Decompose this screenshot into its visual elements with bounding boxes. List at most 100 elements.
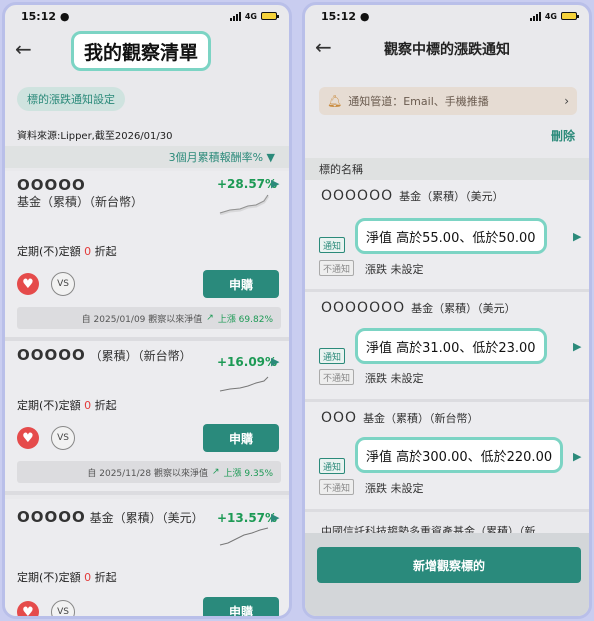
status-bar: 15:12 ● 4G bbox=[305, 5, 589, 27]
notify-on-toggle[interactable]: 通知 bbox=[319, 348, 346, 364]
chevron-right-icon[interactable]: ▶ bbox=[271, 355, 279, 368]
battery-icon bbox=[261, 12, 279, 20]
battery-icon bbox=[561, 12, 579, 20]
fund-name: OOO 基金（累積）（新台幣） bbox=[321, 410, 479, 426]
heart-icon[interactable]: ♥ bbox=[17, 427, 39, 449]
rule-suffix: 折起 bbox=[91, 245, 117, 258]
page-title: 觀察中標的漲跌通知 bbox=[384, 42, 510, 58]
sparkline-chart bbox=[219, 194, 270, 215]
status-bar: 15:12 ● 4G bbox=[5, 5, 289, 27]
heart-icon[interactable]: ♥ bbox=[17, 273, 39, 295]
compare-vs-icon[interactable]: VS bbox=[51, 272, 75, 296]
change-condition: 漲跌 未設定 bbox=[365, 482, 424, 495]
since-observed: 自 2025/11/28 觀察以來淨值 ↗ 上漲 9.35% bbox=[17, 461, 281, 483]
sparkline-chart bbox=[219, 527, 269, 546]
sparkline-chart bbox=[219, 376, 269, 392]
rule-prefix: 定期(不)定額 bbox=[17, 245, 85, 258]
price-condition: 淨值 高於300.00、低於220.00 bbox=[355, 437, 564, 473]
fund-name-mask: OOOOO bbox=[17, 346, 86, 364]
notify-channel-text: 通知管道：Email、手機推播 bbox=[348, 95, 489, 108]
add-watch-button[interactable]: 新增觀察標的 bbox=[317, 547, 581, 583]
rule-text: 定期(不)定額 0 折起 bbox=[17, 569, 117, 585]
change-condition: 漲跌 未設定 bbox=[365, 372, 424, 385]
notify-on-toggle[interactable]: 通知 bbox=[319, 458, 346, 474]
price-condition: 淨值 高於31.00、低於23.00 bbox=[355, 328, 547, 364]
alert-item[interactable]: OOO 基金（累積）（新台幣） 通知 淨值 高於300.00、低於220.00 不… bbox=[305, 402, 589, 512]
fund-name-mask: OOOOOOO bbox=[321, 300, 406, 316]
chevron-right-icon[interactable]: ▶ bbox=[573, 450, 581, 463]
trend-up-icon: ↗ bbox=[206, 313, 214, 323]
change-condition: 漲跌 未設定 bbox=[365, 263, 424, 276]
signal-icon bbox=[529, 11, 541, 21]
fund-name-mask: OOOOO bbox=[17, 508, 86, 526]
rule-prefix: 定期(不)定額 bbox=[17, 571, 85, 584]
rule-suffix: 折起 bbox=[91, 399, 117, 412]
person-icon: ● bbox=[59, 9, 70, 23]
fund-name: OOOOO 基金（累積）（新台幣） bbox=[17, 177, 213, 210]
sort-label: 3個月累積報酬率% bbox=[168, 151, 264, 164]
fund-card[interactable]: OOOOO （累積）（新台幣） +16.09% ▶ 定期(不)定額 0 折起 ♥… bbox=[5, 341, 289, 495]
bottom-action-bar: 新增觀察標的 bbox=[305, 533, 589, 616]
watchlist-screen: 15:12 ● 4G ← 我的觀察清單 標的漲跌通知設定 資料來源:Lipper… bbox=[2, 2, 292, 619]
signal-icon bbox=[229, 11, 241, 21]
alert-settings-button[interactable]: 標的漲跌通知設定 bbox=[17, 87, 125, 111]
compare-vs-icon[interactable]: VS bbox=[51, 426, 75, 450]
rule-text: 定期(不)定額 0 折起 bbox=[17, 243, 117, 259]
column-header: 標的名稱 bbox=[305, 158, 589, 180]
fund-name-rest: 基金（累積）（新台幣） bbox=[17, 195, 144, 209]
compare-vs-icon[interactable]: VS bbox=[51, 600, 75, 616]
heart-icon[interactable]: ♥ bbox=[17, 601, 39, 616]
rule-text: 定期(不)定額 0 折起 bbox=[17, 397, 117, 413]
fund-name-mask: OOO bbox=[321, 410, 358, 426]
fund-name-mask: OOOOO bbox=[17, 176, 86, 194]
chevron-right-icon[interactable]: ▶ bbox=[573, 230, 581, 243]
buy-button[interactable]: 申購 bbox=[203, 424, 279, 452]
notify-off-toggle[interactable]: 不通知 bbox=[319, 369, 355, 385]
chevron-right-icon[interactable]: ▶ bbox=[271, 177, 279, 190]
person-icon: ● bbox=[359, 9, 370, 23]
bell-icon: 🔔︎ bbox=[327, 94, 343, 108]
page-title: 我的觀察清單 bbox=[71, 31, 212, 71]
since-change: 上漲 69.82% bbox=[217, 314, 273, 325]
network-label: 4G bbox=[244, 11, 257, 21]
fund-name: OOOOOO 基金（累積）（美元） bbox=[321, 188, 504, 204]
fund-name-rest: 基金（累積）（美元） bbox=[399, 190, 504, 203]
status-time: 15:12 bbox=[321, 9, 357, 23]
chevron-right-icon: › bbox=[564, 94, 569, 108]
rule-prefix: 定期(不)定額 bbox=[17, 399, 85, 412]
fund-name: OOOOOOO 基金（累積）（美元） bbox=[321, 300, 516, 316]
notify-off-toggle[interactable]: 不通知 bbox=[319, 260, 355, 276]
price-alert-screen: 15:12 ● 4G ← 觀察中標的漲跌通知 🔔︎ 通知管道：Email、手機推… bbox=[302, 2, 592, 619]
fund-name-rest: 基金（累積）（美元） bbox=[411, 302, 516, 315]
since-text: 自 2025/11/28 觀察以來淨值 bbox=[87, 468, 208, 479]
chevron-right-icon[interactable]: ▶ bbox=[271, 511, 279, 524]
fund-name: OOOOO （累積）（新台幣） bbox=[17, 347, 213, 364]
since-observed: 自 2025/01/09 觀察以來淨值 ↗ 上漲 69.82% bbox=[17, 307, 281, 329]
alert-item[interactable]: OOOOOOO 基金（累積）（美元） 通知 淨值 高於31.00、低於23.00 … bbox=[305, 292, 589, 402]
buy-button[interactable]: 申購 bbox=[203, 597, 279, 616]
notify-channel-row[interactable]: 🔔︎ 通知管道：Email、手機推播 › bbox=[319, 87, 577, 115]
chevron-right-icon[interactable]: ▶ bbox=[573, 340, 581, 353]
fund-name: OOOOO 基金（累積）（美元） bbox=[17, 509, 213, 526]
fund-name-rest: 基金（累積）（美元） bbox=[85, 511, 204, 525]
notify-off-toggle[interactable]: 不通知 bbox=[319, 479, 355, 495]
alert-item[interactable]: OOOOOO 基金（累積）（美元） 通知 淨值 高於55.00、低於50.00 不… bbox=[305, 180, 589, 292]
fund-return: +16.09% bbox=[217, 355, 278, 369]
network-label: 4G bbox=[544, 11, 557, 21]
fund-return: +13.57% bbox=[217, 511, 278, 525]
notify-on-toggle[interactable]: 通知 bbox=[319, 237, 346, 253]
fund-return: +28.57% bbox=[217, 177, 278, 191]
sort-selector[interactable]: 3個月累積報酬率% ▼ bbox=[5, 146, 289, 168]
fund-card[interactable]: OOOOO 基金（累積）（美元） +13.57% ▶ 定期(不)定額 0 折起 … bbox=[5, 499, 289, 616]
status-time: 15:12 bbox=[21, 9, 57, 23]
rule-suffix: 折起 bbox=[91, 571, 117, 584]
buy-button[interactable]: 申購 bbox=[203, 270, 279, 298]
back-arrow-icon[interactable]: ← bbox=[15, 39, 32, 59]
caret-down-icon: ▼ bbox=[266, 150, 275, 164]
data-source: 資料來源:Lipper,截至2026/01/30 bbox=[17, 131, 173, 142]
fund-name-mask: OOOOOO bbox=[321, 188, 394, 204]
delete-button[interactable]: 刪除 bbox=[551, 127, 575, 144]
since-change: 上漲 9.35% bbox=[223, 468, 273, 479]
fund-card[interactable]: OOOOO 基金（累積）（新台幣） +28.57% ▶ 定期(不)定額 0 折起… bbox=[5, 171, 289, 341]
since-text: 自 2025/01/09 觀察以來淨值 bbox=[81, 314, 203, 325]
